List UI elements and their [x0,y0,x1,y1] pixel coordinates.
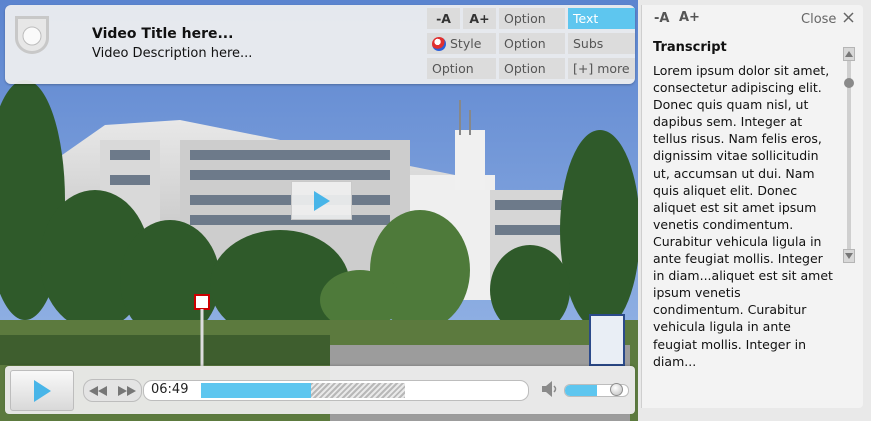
progress-played [201,383,311,398]
transcript-scrollbar[interactable] [843,47,855,263]
more-button[interactable]: [+] more [568,58,635,79]
volume-level [565,385,597,396]
video-info-panel: Video Title here... Video Description he… [5,5,635,84]
font-smaller-button[interactable]: -A [427,8,460,29]
transcript-panel: -A A+ Close Transcript Lorem ipsum dolor… [641,5,863,408]
scroll-up-button[interactable] [843,47,855,61]
video-player: Video Title here... Video Description he… [0,0,871,421]
scroll-down-button[interactable] [843,249,855,263]
progress-buffered [311,383,405,398]
arrow-up-icon [845,51,853,57]
scrollbar-thumb[interactable] [844,78,854,88]
subs-button[interactable]: Subs [568,33,635,54]
current-time: 06:49 [151,382,189,397]
progress-bar[interactable]: 06:49 [143,380,529,401]
option-button[interactable]: Option [427,58,496,79]
style-button[interactable]: Style [427,33,496,54]
close-icon[interactable] [843,12,854,23]
big-play-button[interactable] [291,181,352,220]
option-button[interactable]: Option [499,8,565,29]
rewind-button[interactable] [88,385,108,397]
video-title: Video Title here... [92,26,234,42]
style-label: Style [450,36,482,51]
close-button[interactable]: Close [801,12,836,27]
transcript-font-smaller-button[interactable]: -A [654,11,669,26]
transcript-font-larger-button[interactable]: A+ [679,10,700,25]
video-description: Video Description here... [92,46,253,61]
volume-icon[interactable] [541,380,559,398]
rewind-icon [89,385,108,396]
options-grid: -A A+ Option Text Style Option Subs Opti… [427,8,635,79]
fast-forward-button[interactable] [117,385,137,397]
text-button[interactable]: Text [568,8,635,29]
play-button[interactable] [10,370,74,411]
play-icon [34,379,51,402]
style-icon [432,36,446,51]
logo-icon [15,16,49,54]
play-icon [313,190,330,211]
transcript-text: Lorem ipsum dolor sit amet, consectetur … [653,63,833,369]
font-larger-button[interactable]: A+ [463,8,496,29]
arrow-down-icon [845,253,853,259]
control-bar: 06:49 [5,366,635,414]
transcript-heading: Transcript [653,40,727,55]
option-button[interactable]: Option [499,58,565,79]
volume-handle[interactable] [610,383,623,396]
fast-forward-icon [117,385,136,396]
seek-buttons [83,379,142,402]
option-button[interactable]: Option [499,33,565,54]
